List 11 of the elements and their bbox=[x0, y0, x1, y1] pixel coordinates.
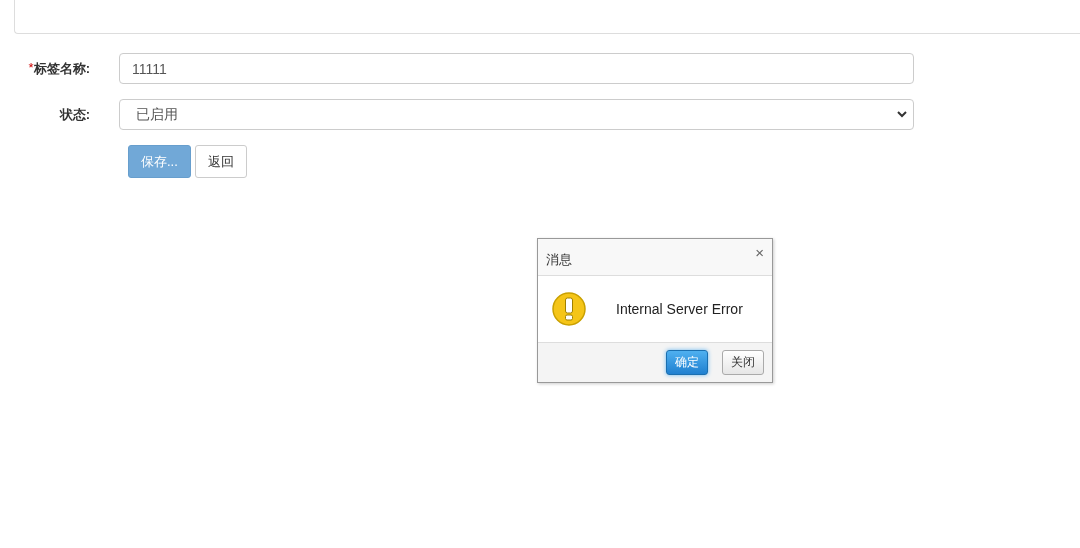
field-label: *标签名称: bbox=[27, 59, 90, 78]
input-field[interactable]: 11111 bbox=[119, 53, 914, 84]
field-label: 状态: bbox=[58, 105, 90, 124]
warning-icon bbox=[552, 292, 586, 326]
close-button[interactable]: × bbox=[755, 244, 764, 261]
status-select[interactable]: 已启用 bbox=[119, 99, 914, 130]
close-dialog-button[interactable]: 关闭 bbox=[722, 350, 764, 375]
chevron-icon bbox=[897, 111, 907, 118]
error-message: Internal Server Error bbox=[616, 301, 743, 317]
dialog-title: 消息 bbox=[546, 251, 572, 269]
back-button[interactable]: 返回 bbox=[194, 145, 247, 178]
